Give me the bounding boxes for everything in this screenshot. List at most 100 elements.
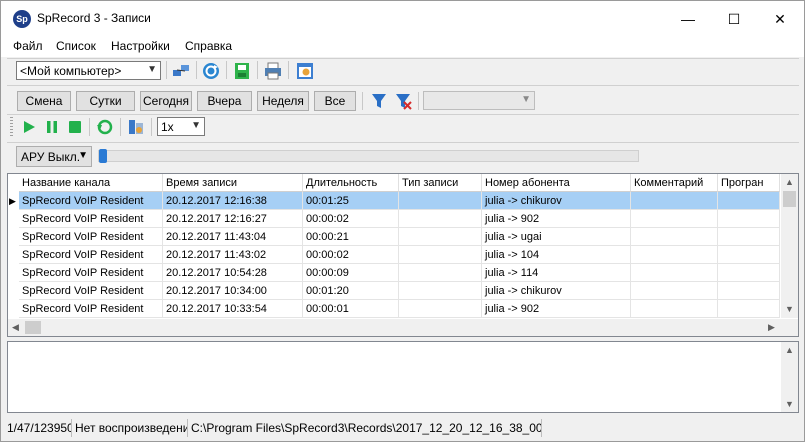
menu-bar: Файл Список Настройки Справка <box>1 37 804 57</box>
network-connect-button[interactable] <box>171 61 191 81</box>
vertical-scrollbar[interactable]: ▲ ▼ <box>781 174 798 318</box>
scroll-right-icon[interactable]: ▶ <box>768 322 775 333</box>
playback-position-thumb[interactable] <box>99 149 107 163</box>
refresh-icon <box>203 63 219 79</box>
toolbar-divider <box>7 114 799 115</box>
clear-filter-button[interactable] <box>393 91 413 111</box>
chevron-down-icon: ▼ <box>147 64 157 75</box>
cell-time: 20.12.2017 10:54:28 <box>163 264 303 282</box>
cell-subscriber: julia -> chikurov <box>482 282 631 300</box>
column-header-time[interactable]: Время записи <box>163 174 303 192</box>
cell-subscriber: julia -> 902 <box>482 300 631 318</box>
menu-help[interactable]: Справка <box>185 39 232 53</box>
details-vertical-scrollbar[interactable]: ▲ ▼ <box>781 342 798 412</box>
column-header-channel[interactable]: Название канала <box>19 174 163 192</box>
settings-window-icon <box>297 63 313 79</box>
network-icon <box>173 65 189 76</box>
play-button[interactable] <box>19 117 39 137</box>
cell-comment <box>631 228 718 246</box>
scroll-left-icon[interactable]: ◀ <box>12 322 19 333</box>
toolbar-separator <box>166 61 167 79</box>
table-row[interactable]: SpRecord VoIP Resident 20.12.2017 12:16:2… <box>8 210 780 228</box>
print-button[interactable] <box>263 61 283 81</box>
repeat-icon <box>97 119 113 135</box>
filter-week-button[interactable]: Неделя <box>257 91 309 111</box>
filter-yesterday-button[interactable]: Вчера <box>197 91 252 111</box>
computer-select[interactable]: <Мой компьютер> ▼ <box>16 61 161 80</box>
close-button[interactable]: ✕ <box>757 1 803 37</box>
column-header-comment[interactable]: Комментарий <box>631 174 718 192</box>
table-row[interactable]: SpRecord VoIP Resident 20.12.2017 10:34:0… <box>8 282 780 300</box>
printer-icon <box>265 62 281 80</box>
cell-type <box>399 192 482 210</box>
column-header-subscriber[interactable]: Номер абонента <box>482 174 631 192</box>
cell-played <box>718 300 780 318</box>
cell-duration: 00:00:02 <box>303 210 399 228</box>
cell-duration: 00:00:21 <box>303 228 399 246</box>
repeat-button[interactable] <box>95 117 115 137</box>
cell-played <box>718 246 780 264</box>
toolbar-divider <box>7 58 799 59</box>
cell-channel: SpRecord VoIP Resident <box>19 300 163 318</box>
table-row[interactable]: SpRecord VoIP Resident 20.12.2017 10:54:2… <box>8 264 780 282</box>
save-button[interactable] <box>232 61 252 81</box>
refresh-button[interactable] <box>201 61 221 81</box>
cell-type <box>399 246 482 264</box>
minimize-button[interactable]: — <box>665 1 711 37</box>
toolbar-separator <box>151 118 152 136</box>
column-header-played[interactable]: Програн <box>718 174 780 192</box>
filter-preset-select[interactable]: ▼ <box>423 91 535 110</box>
details-pane: ▲ ▼ <box>7 341 799 413</box>
filter-shift-button[interactable]: Смена <box>17 91 71 111</box>
cell-time: 20.12.2017 11:43:04 <box>163 228 303 246</box>
status-file-path: C:\Program Files\SpRecord3\Records\2017_… <box>188 419 542 437</box>
toolbar-divider <box>7 85 799 86</box>
cell-time: 20.12.2017 12:16:27 <box>163 210 303 228</box>
cell-subscriber: julia -> 104 <box>482 246 631 264</box>
cell-played <box>718 192 780 210</box>
cell-type <box>399 282 482 300</box>
toolbar-separator <box>89 118 90 136</box>
agc-select[interactable]: АРУ Выкл. ▼ <box>16 146 92 167</box>
stop-icon <box>69 121 81 133</box>
table-row[interactable]: SpRecord VoIP Resident 20.12.2017 10:33:5… <box>8 300 780 318</box>
scroll-down-icon[interactable]: ▼ <box>785 304 794 314</box>
status-record-count: 1/47/123950 <box>4 419 72 437</box>
pause-button[interactable] <box>42 117 62 137</box>
filter-button[interactable] <box>369 91 389 111</box>
scroll-up-icon[interactable]: ▲ <box>785 345 794 355</box>
chevron-down-icon: ▼ <box>191 120 201 131</box>
cell-comment <box>631 210 718 228</box>
menu-file[interactable]: Файл <box>13 39 43 53</box>
maximize-button[interactable]: ☐ <box>711 1 757 37</box>
cell-type <box>399 264 482 282</box>
playback-position-track[interactable] <box>98 150 639 162</box>
cell-comment <box>631 246 718 264</box>
menu-list[interactable]: Список <box>56 39 96 53</box>
cell-comment <box>631 192 718 210</box>
horizontal-scrollbar[interactable]: ◀ ▶ <box>8 319 798 336</box>
settings-button[interactable] <box>295 61 315 81</box>
cell-subscriber: julia -> 114 <box>482 264 631 282</box>
table-row[interactable]: SpRecord VoIP Resident 20.12.2017 11:43:0… <box>8 228 780 246</box>
table-row[interactable]: ▶ SpRecord VoIP Resident 20.12.2017 12:16:… <box>8 192 780 210</box>
audio-settings-button[interactable] <box>126 117 146 137</box>
filter-day-button[interactable]: Сутки <box>76 91 135 111</box>
filter-all-button[interactable]: Все <box>314 91 356 111</box>
stop-button[interactable] <box>65 117 85 137</box>
table-row[interactable]: SpRecord VoIP Resident 20.12.2017 11:43:0… <box>8 246 780 264</box>
vertical-scroll-thumb[interactable] <box>783 191 796 207</box>
column-header-type[interactable]: Тип записи <box>399 174 482 192</box>
cell-time: 20.12.2017 12:16:38 <box>163 192 303 210</box>
column-header-duration[interactable]: Длительность <box>303 174 399 192</box>
filter-today-button[interactable]: Сегодня <box>140 91 192 111</box>
scroll-down-icon[interactable]: ▼ <box>785 399 794 409</box>
toolbar-grip[interactable] <box>10 117 13 137</box>
cell-comment <box>631 264 718 282</box>
scroll-up-icon[interactable]: ▲ <box>785 177 794 187</box>
window-title: SpRecord 3 - Записи <box>37 11 151 25</box>
speed-select[interactable]: 1x ▼ <box>157 117 205 136</box>
horizontal-scroll-thumb[interactable] <box>25 321 41 334</box>
cell-played <box>718 264 780 282</box>
menu-settings[interactable]: Настройки <box>111 39 170 53</box>
